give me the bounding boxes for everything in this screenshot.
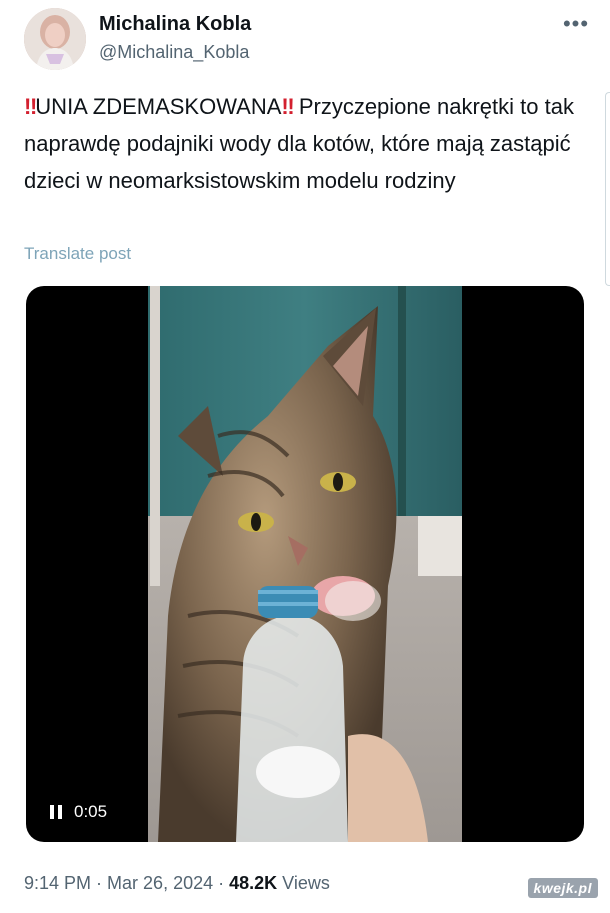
video-frame-cat-drinking <box>148 286 462 842</box>
user-handle[interactable]: @Michalina_Kobla <box>99 38 251 66</box>
tweet-header: Michalina Kobla @Michalina_Kobla ••• <box>24 8 594 72</box>
display-name[interactable]: Michalina Kobla <box>99 10 251 38</box>
double-exclamation-icon: ‼ <box>24 94 37 119</box>
views-label: Views <box>277 873 330 893</box>
more-options-button[interactable]: ••• <box>558 8 594 40</box>
author-names: Michalina Kobla @Michalina_Kobla <box>99 10 251 66</box>
side-panel-edge <box>605 92 610 286</box>
meta-separator: · <box>91 873 108 893</box>
double-exclamation-icon: ‼ <box>281 94 294 119</box>
avatar[interactable] <box>24 8 86 70</box>
video-time: 0:05 <box>74 802 108 821</box>
meta-separator: · <box>213 873 230 893</box>
views-count[interactable]: 48.2K <box>229 873 277 893</box>
watermark-logo: kwejk.pl <box>527 878 598 898</box>
post-date[interactable]: Mar 26, 2024 <box>107 873 213 893</box>
tweet-headline: UNIA ZDEMASKOWANA <box>35 94 282 119</box>
video-controls: 0:05 <box>50 802 107 822</box>
tweet-meta: 9:14 PM · Mar 26, 2024 · 48.2K Views <box>24 870 330 896</box>
pause-icon[interactable] <box>50 805 62 819</box>
tweet-text: ‼UNIA ZDEMASKOWANA‼ Przyczepione nakrętk… <box>24 88 584 199</box>
more-horizontal-icon: ••• <box>562 11 590 36</box>
translate-post-link[interactable]: Translate post <box>24 242 131 266</box>
profile-photo-icon <box>24 8 86 70</box>
video-player[interactable]: 0:05 <box>26 286 584 842</box>
post-time[interactable]: 9:14 PM <box>24 873 91 893</box>
